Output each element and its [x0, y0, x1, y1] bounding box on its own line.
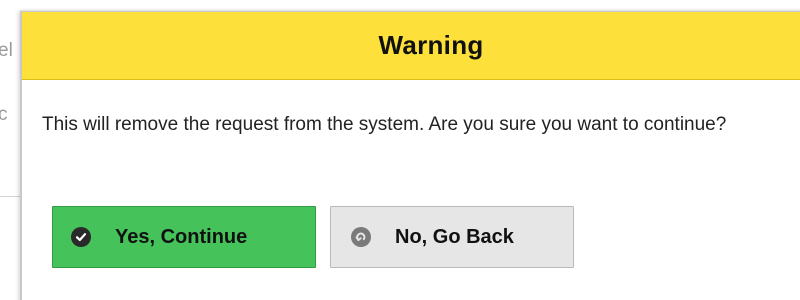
warning-dialog: Warning This will remove the request fro…	[20, 11, 800, 300]
dialog-body: This will remove the request from the sy…	[22, 80, 800, 136]
dialog-message: This will remove the request from the sy…	[42, 114, 727, 135]
check-circle-icon	[71, 227, 91, 247]
yes-continue-label: Yes, Continue	[115, 225, 248, 248]
background-text-fragment: el	[0, 40, 13, 61]
no-go-back-button[interactable]: No, Go Back	[330, 206, 574, 268]
dialog-header: Warning	[22, 12, 800, 80]
screen: el c Warning This will remove the reques…	[0, 0, 800, 300]
back-arrow-circle-icon	[351, 227, 371, 247]
dialog-actions: Yes, Continue No, Go Back	[52, 206, 574, 268]
yes-continue-button[interactable]: Yes, Continue	[52, 206, 316, 268]
no-go-back-label: No, Go Back	[395, 225, 514, 248]
background-divider	[0, 196, 22, 197]
dialog-title: Warning	[378, 30, 484, 60]
background-text-fragment: c	[0, 104, 8, 125]
